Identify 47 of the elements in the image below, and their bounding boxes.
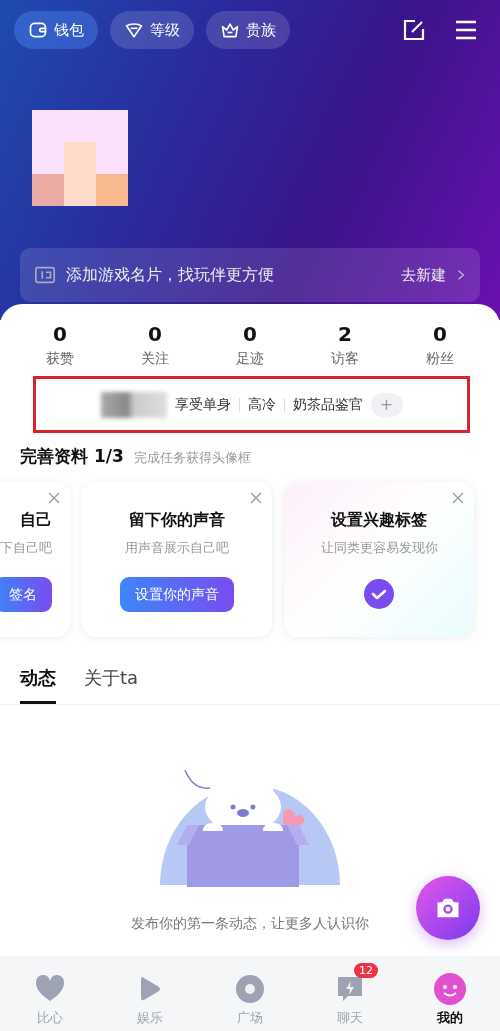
- empty-state-text: 发布你的第一条动态，让更多人认识你: [131, 915, 369, 933]
- tab[interactable]: 关于ta: [84, 666, 139, 704]
- stat-value[interactable]: 2: [338, 322, 352, 346]
- stat-value[interactable]: 0: [243, 322, 257, 346]
- crown-icon: [220, 20, 240, 40]
- card-subtitle: 让同类更容易发现你: [320, 539, 438, 557]
- header-button[interactable]: 等级: [110, 11, 194, 49]
- close-icon[interactable]: [250, 492, 262, 504]
- shield-icon: [124, 20, 144, 40]
- stat-value[interactable]: 0: [53, 322, 67, 346]
- stat-label[interactable]: 足迹: [236, 350, 264, 368]
- task-button[interactable]: 签名: [0, 577, 52, 612]
- wallet-icon: [28, 20, 48, 40]
- card-subtitle: 下自己吧: [0, 539, 52, 557]
- stat-value[interactable]: 0: [148, 322, 162, 346]
- card-title: 留下你的声音: [129, 510, 225, 531]
- close-icon[interactable]: [452, 492, 464, 504]
- tab[interactable]: 动态: [20, 666, 56, 704]
- menu-icon[interactable]: [454, 18, 478, 42]
- edit-icon[interactable]: [402, 18, 426, 42]
- stat-label[interactable]: 粉丝: [426, 350, 454, 368]
- section-hint: 完成任务获得头像框: [133, 449, 251, 467]
- card-title: 自己: [20, 510, 52, 531]
- card-title: 设置兴趣标签: [331, 510, 427, 531]
- avatar-icon: [434, 972, 466, 1005]
- task-button[interactable]: 设置你的声音: [120, 577, 234, 612]
- card-icon: [34, 264, 56, 286]
- stat-label[interactable]: 关注: [141, 350, 169, 368]
- header-button[interactable]: 钱包: [14, 11, 98, 49]
- nav-item[interactable]: 12 聊天: [314, 960, 386, 1027]
- game-card-banner[interactable]: 添加游戏名片，找玩伴更方便 去新建: [20, 248, 480, 302]
- banner-text: 添加游戏名片，找玩伴更方便: [66, 264, 274, 286]
- close-icon[interactable]: [48, 492, 60, 504]
- stat-label[interactable]: 访客: [331, 350, 359, 368]
- card-subtitle: 用声音展示自己吧: [125, 539, 229, 557]
- nav-item[interactable]: 我的: [414, 960, 486, 1027]
- header-button[interactable]: 贵族: [206, 11, 290, 49]
- profile-tag[interactable]: 奶茶品鉴官: [292, 395, 363, 414]
- blurred-tag: [100, 391, 167, 418]
- unread-badge: 12: [354, 962, 378, 978]
- profile-tag[interactable]: 享受单身: [174, 395, 231, 414]
- disc-icon: [234, 972, 266, 1005]
- section-title: 完善资料 1/3: [20, 445, 124, 468]
- profile-tag[interactable]: 高冷: [247, 395, 276, 414]
- stat-value[interactable]: 0: [433, 322, 447, 346]
- stat-label[interactable]: 获赞: [46, 350, 74, 368]
- create-link[interactable]: 去新建: [401, 265, 446, 285]
